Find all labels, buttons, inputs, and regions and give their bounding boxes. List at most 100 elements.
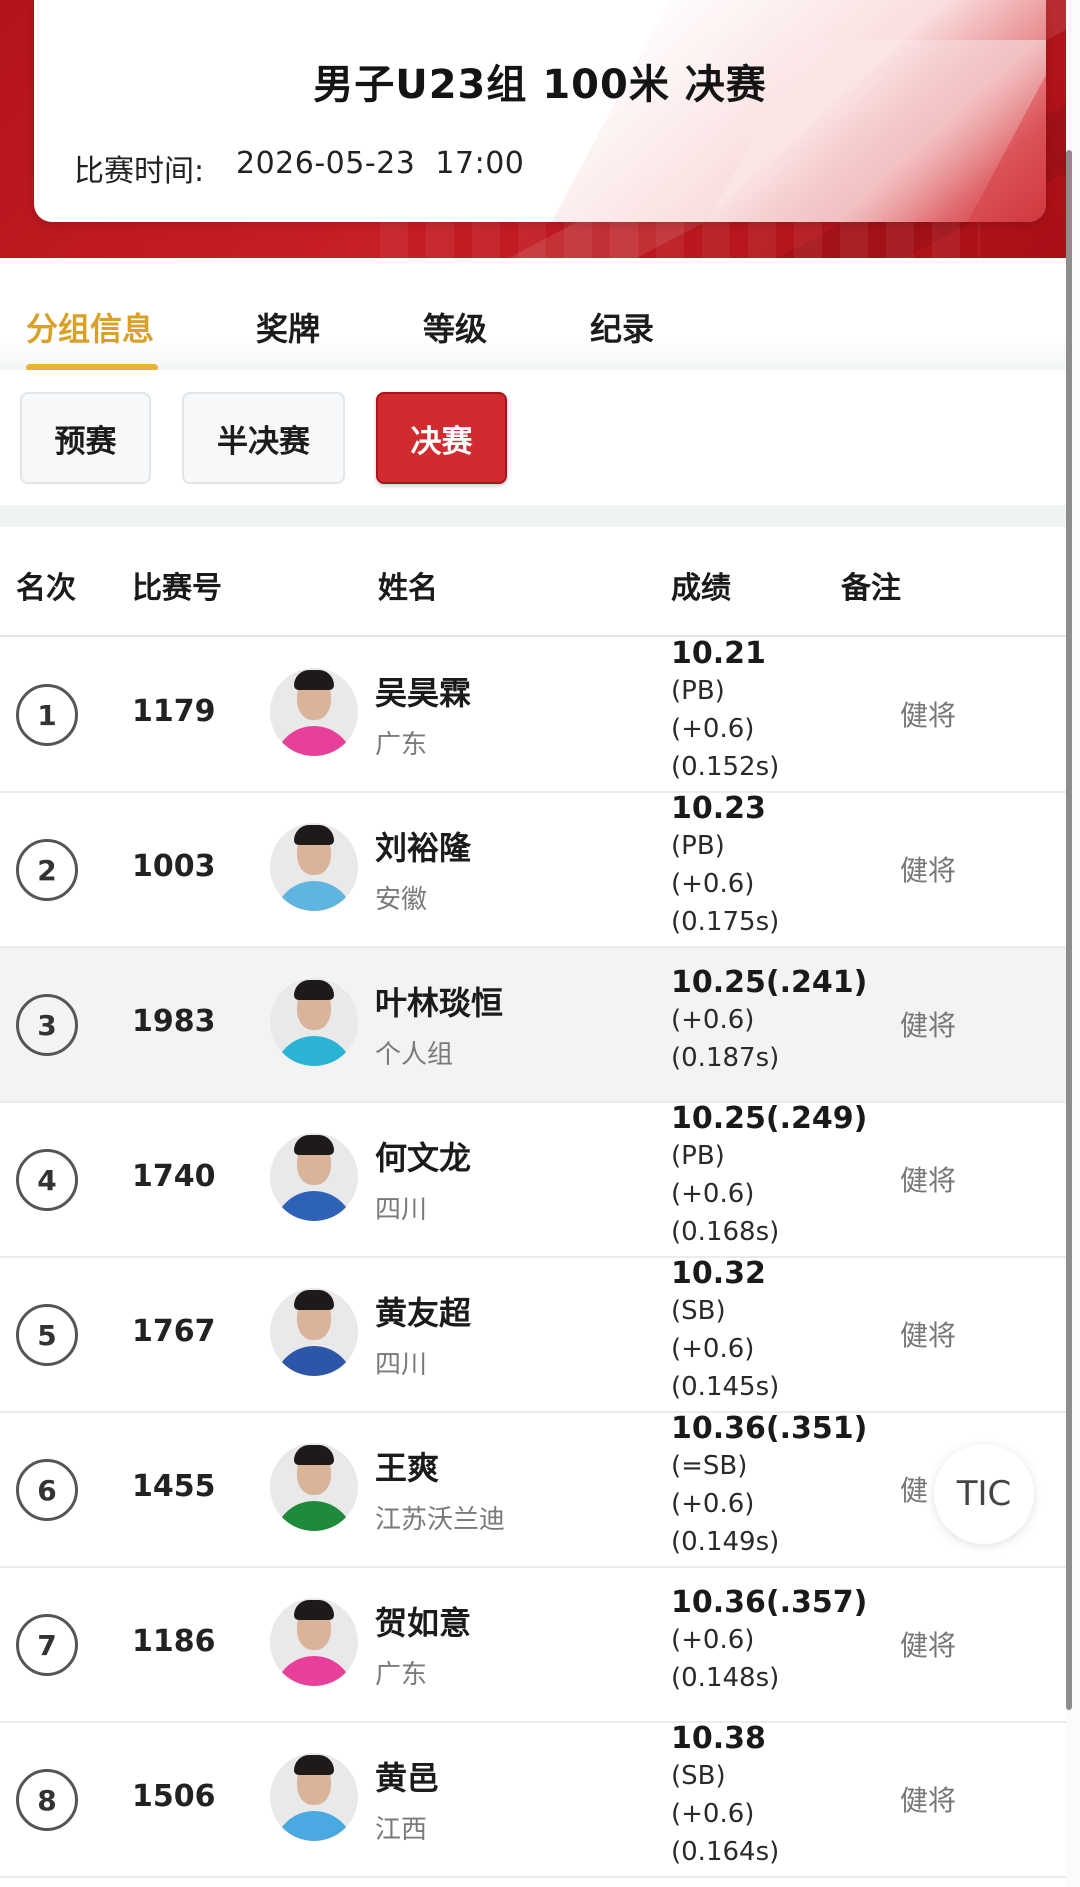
- header-bib: 比赛号: [132, 571, 222, 606]
- athlete-team: 广东: [375, 1660, 428, 1690]
- header-remark: 备注: [841, 571, 901, 606]
- bib-number: 1767: [132, 1314, 216, 1349]
- result-row[interactable]: 1 1179 吴昊霖 广东 10.21 (PB) (+0.6) (0.152s) 健将: [0, 636, 1066, 793]
- result-row[interactable]: 6 1455 王爽 江苏沃兰迪 10.36(.351) (=SB) (+0.6) (0.149…: [0, 1411, 1066, 1568]
- round-semifinal-button[interactable]: 半决赛: [182, 392, 345, 484]
- avatar-hair: [294, 825, 334, 845]
- result-remark: 健将: [900, 1164, 957, 1197]
- avatar-hair: [294, 1290, 334, 1310]
- avatar-kit: [274, 881, 354, 911]
- avatar-hair: [294, 980, 334, 1000]
- event-info-card: 男子U23组 100米 决赛 比赛时间: 2026-05-23 17:00: [34, 0, 1046, 222]
- athlete-avatar[interactable]: [270, 1598, 358, 1686]
- section-divider: [0, 505, 1080, 527]
- avatar-hair: [294, 1445, 334, 1465]
- athlete-team: 安徽: [375, 885, 428, 915]
- result-detail: (0.187s): [671, 1043, 780, 1073]
- result-detail: (+0.6): [671, 869, 755, 899]
- result-detail: (SB): [671, 1761, 726, 1791]
- athlete-name[interactable]: 黄邑: [375, 1753, 439, 1799]
- result-detail: (SB): [671, 1296, 726, 1326]
- event-time-label: 比赛时间:: [74, 154, 205, 189]
- header-mark: 成绩: [671, 571, 731, 606]
- avatar-kit: [274, 1036, 354, 1066]
- athlete-name[interactable]: 王爽: [375, 1443, 439, 1489]
- result-row[interactable]: 3 1983 叶林琰恒 个人组 10.25(.241) (+0.6) (0.187s) 健将: [0, 948, 1066, 1103]
- athlete-name[interactable]: 吴昊霖: [375, 668, 471, 714]
- bib-number: 1455: [132, 1469, 216, 1504]
- result-row[interactable]: 2 1003 刘裕隆安徽 10.23 (PB) (+0.6) (0.175s) 健将: [0, 791, 1066, 948]
- avatar-hair: [294, 1755, 334, 1775]
- scrollbar-thumb[interactable]: [1066, 150, 1072, 1710]
- avatar-hair: [294, 1600, 334, 1620]
- avatar-kit: [274, 1501, 354, 1531]
- rank-badge: 1: [16, 684, 78, 746]
- result-detail: (+0.6): [671, 1625, 755, 1655]
- result-mark: 10.23: [671, 791, 766, 826]
- tab-levels[interactable]: 等级: [423, 304, 487, 350]
- result-detail: (0.152s): [671, 752, 780, 782]
- event-time-value: 2026-05-23 17:00: [236, 146, 525, 181]
- athlete-name[interactable]: 叶林琰恒: [375, 978, 503, 1024]
- athlete-name[interactable]: 黄友超: [375, 1288, 471, 1334]
- result-remark: 健将: [900, 854, 957, 887]
- result-detail: (+0.6): [671, 1489, 755, 1519]
- avatar-kit: [274, 1811, 354, 1841]
- athlete-team: 四川: [375, 1195, 428, 1225]
- athlete-team: 江西: [375, 1815, 428, 1845]
- athlete-avatar[interactable]: [270, 978, 358, 1066]
- round-selector: 预赛 半决赛 决赛: [0, 370, 1080, 505]
- result-detail: (PB): [671, 1141, 725, 1171]
- athlete-avatar[interactable]: [270, 823, 358, 911]
- result-detail: (0.168s): [671, 1217, 780, 1247]
- results-table-header: 名次 比赛号 姓名 成绩 备注: [0, 527, 1080, 637]
- result-mark: 10.32: [671, 1256, 766, 1291]
- athlete-avatar[interactable]: [270, 668, 358, 756]
- result-row[interactable]: 4 1740 何文龙 四川 10.25(.249) (PB) (+0.6) (0.168s) 健…: [0, 1101, 1066, 1258]
- tab-medals[interactable]: 奖牌: [256, 304, 320, 350]
- floating-tic-button[interactable]: TIC: [934, 1444, 1034, 1544]
- result-detail: (0.164s): [671, 1837, 780, 1867]
- rank-badge: 5: [16, 1304, 78, 1366]
- athlete-avatar[interactable]: [270, 1133, 358, 1221]
- result-mark: 10.38: [671, 1721, 766, 1756]
- result-remark: 健将: [900, 699, 957, 732]
- result-detail: (=SB): [671, 1451, 748, 1481]
- result-detail: (PB): [671, 831, 725, 861]
- result-detail: (+0.6): [671, 1799, 755, 1829]
- athlete-avatar[interactable]: [270, 1443, 358, 1531]
- bib-number: 1983: [132, 1004, 216, 1039]
- result-row[interactable]: 8 1506 黄邑 江西 10.38 (SB) (+0.6) (0.164s) 健将: [0, 1721, 1066, 1878]
- tab-records[interactable]: 纪录: [590, 304, 654, 350]
- round-heats-button[interactable]: 预赛: [20, 392, 151, 484]
- rank-badge: 2: [16, 839, 78, 901]
- result-detail: (+0.6): [671, 1005, 755, 1035]
- avatar-kit: [274, 726, 354, 756]
- rank-badge: 7: [16, 1614, 78, 1676]
- bib-number: 1740: [132, 1159, 216, 1194]
- event-title: 男子U23组 100米 决赛: [313, 62, 767, 108]
- bib-number: 1003: [132, 849, 216, 884]
- athlete-team: 个人组: [375, 1040, 454, 1070]
- bib-number: 1186: [132, 1624, 216, 1659]
- athlete-name[interactable]: 刘裕隆: [375, 823, 471, 869]
- rank-badge: 4: [16, 1149, 78, 1211]
- header-name: 姓名: [378, 571, 438, 606]
- round-final-button[interactable]: 决赛: [376, 392, 507, 484]
- tab-group-info[interactable]: 分组信息: [26, 304, 154, 350]
- bib-number: 1506: [132, 1779, 216, 1814]
- result-mark: 10.36(.357): [671, 1585, 868, 1620]
- result-remark: 健将: [900, 1784, 957, 1817]
- athlete-team: 江苏沃兰迪: [375, 1505, 506, 1535]
- athlete-name[interactable]: 贺如意: [375, 1598, 471, 1644]
- athlete-avatar[interactable]: [270, 1753, 358, 1841]
- result-row[interactable]: 7 1186 贺如意 广东 10.36(.357) (+0.6) (0.148s) 健将: [0, 1568, 1066, 1723]
- rank-badge: 6: [16, 1459, 78, 1521]
- result-row[interactable]: 5 1767 黄友超 四川 10.32 (SB) (+0.6) (0.145s) 健将: [0, 1256, 1066, 1413]
- result-mark: 10.36(.351): [671, 1411, 868, 1446]
- athlete-avatar[interactable]: [270, 1288, 358, 1376]
- result-detail: (0.175s): [671, 907, 780, 937]
- athlete-name[interactable]: 何文龙: [375, 1133, 471, 1179]
- result-mark: 10.25(.241): [671, 965, 868, 1000]
- avatar-hair: [294, 670, 334, 690]
